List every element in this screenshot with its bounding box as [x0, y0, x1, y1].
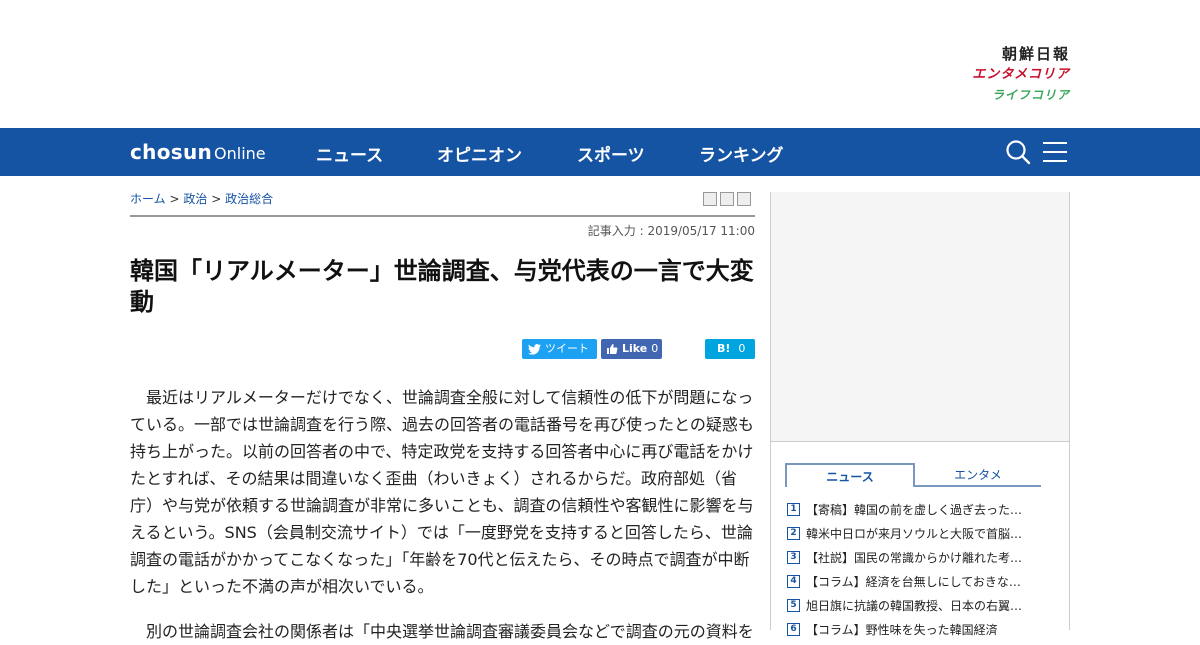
logo-sub-text: Online [214, 144, 266, 163]
facebook-like-button[interactable]: Like 0 [601, 339, 662, 359]
article-paragraph-text: 最近はリアルメーターだけでなく、世論調査全般に対して信頼性の低下が問題になってい… [130, 388, 754, 596]
thumbs-up-icon [607, 344, 618, 354]
article-title: 韓国「リアルメーター」世論調査、与党代表の一言で大変動 [130, 257, 754, 316]
ranking-list: 1 【寄稿】韓国の前を虚しく過ぎ去った… 2 韓米中日ロが来月ソウルと大阪で首脳… … [787, 497, 1047, 641]
nav-item-opinion[interactable]: オピニオン [437, 141, 522, 166]
breadcrumb-politics[interactable]: 政治 [183, 192, 207, 206]
chosun-online-logo[interactable]: chosun Online [130, 140, 266, 164]
article-paragraph: 別の世論調査会社の関係者は「中央選挙世論調査審議委員会などで調査の元の資料を [130, 618, 755, 645]
rank-number-badge: 3 [787, 550, 800, 564]
advertisement-slot [770, 192, 1070, 442]
rank-number-badge: 6 [787, 622, 800, 636]
twitter-bird-icon [528, 343, 541, 355]
ranking-item[interactable]: 1 【寄稿】韓国の前を虚しく過ぎ去った… [787, 497, 1047, 521]
like-count: 0 [651, 342, 659, 355]
ranking-item[interactable]: 3 【社説】国民の常識からかけ離れた考… [787, 545, 1047, 569]
hatena-label: B! [717, 342, 731, 355]
font-size-icon[interactable] [720, 192, 734, 206]
tab-entame[interactable]: エンタメ [915, 463, 1041, 487]
ranking-item[interactable]: 4 【コラム】経済を台無しにしておきな… [787, 569, 1047, 593]
hatena-count: 0 [738, 342, 746, 355]
brand-links: 朝鮮日報 エンタメコリア ライフコリア [972, 44, 1070, 104]
top-brand-bar: 朝鮮日報 エンタメコリア ライフコリア [0, 0, 1200, 128]
hamburger-menu-icon[interactable] [1043, 140, 1067, 164]
ranking-item-title: 韓米中日ロが来月ソウルと大阪で首脳… [806, 526, 1023, 541]
search-icon[interactable] [1005, 139, 1031, 165]
ranking-item[interactable]: 6 【コラム】野性味を失った韓国経済 [787, 617, 1047, 641]
tweet-button[interactable]: ツイート [522, 339, 597, 359]
breadcrumb: ホーム > 政治 > 政治総合 [130, 190, 273, 207]
ranking-item-title: 【コラム】経済を台無しにしておきな… [806, 574, 1021, 589]
tab-news[interactable]: ニュース [785, 463, 915, 487]
nav-item-news[interactable]: ニュース [316, 141, 383, 166]
ranking-item[interactable]: 5 旭日旗に抗議の韓国教授、日本の右翼… [787, 593, 1047, 617]
chosun-ilbo-logo[interactable]: 朝鮮日報 [972, 44, 1070, 64]
ranking-item-title: 【コラム】野性味を失った韓国経済 [806, 622, 998, 637]
rank-number-badge: 5 [787, 598, 800, 612]
rank-number-badge: 1 [787, 502, 800, 516]
like-label: Like [622, 342, 648, 355]
rank-number-badge: 2 [787, 526, 800, 540]
article-date: 記事入力 : 2019/05/17 11:00 [587, 224, 755, 238]
ranking-item-title: 【社説】国民の常識からかけ離れた考… [806, 550, 1023, 565]
breadcrumb-politics-general[interactable]: 政治総合 [225, 192, 273, 206]
life-korea-logo[interactable]: ライフコリア [972, 86, 1070, 104]
back-icon[interactable] [737, 192, 751, 206]
tweet-label: ツイート [545, 342, 589, 355]
print-icon[interactable] [703, 192, 717, 206]
header-divider [130, 215, 755, 217]
ranking-item-title: 旭日旗に抗議の韓国教授、日本の右翼… [806, 598, 1023, 613]
entame-korea-logo[interactable]: エンタメコリア [972, 64, 1070, 86]
article-paragraph-text: 別の世論調査会社の関係者は「中央選挙世論調査審議委員会などで調査の元の資料を [146, 622, 754, 641]
article-tools [703, 192, 751, 206]
logo-main-text: chosun [130, 140, 213, 164]
ranking-item-title: 【寄稿】韓国の前を虚しく過ぎ去った… [806, 502, 1023, 517]
hatena-bookmark-button[interactable]: B! 0 [705, 339, 755, 359]
breadcrumb-home[interactable]: ホーム [130, 192, 166, 206]
nav-item-ranking[interactable]: ランキング [699, 141, 784, 166]
nav-item-sports[interactable]: スポーツ [577, 141, 645, 166]
breadcrumb-separator: > [211, 192, 222, 206]
breadcrumb-separator: > [169, 192, 180, 206]
rank-number-badge: 4 [787, 574, 800, 588]
article-paragraph: 最近はリアルメーターだけでなく、世論調査全般に対して信頼性の低下が問題になってい… [130, 384, 755, 600]
ranking-item[interactable]: 2 韓米中日ロが来月ソウルと大阪で首脳… [787, 521, 1047, 545]
